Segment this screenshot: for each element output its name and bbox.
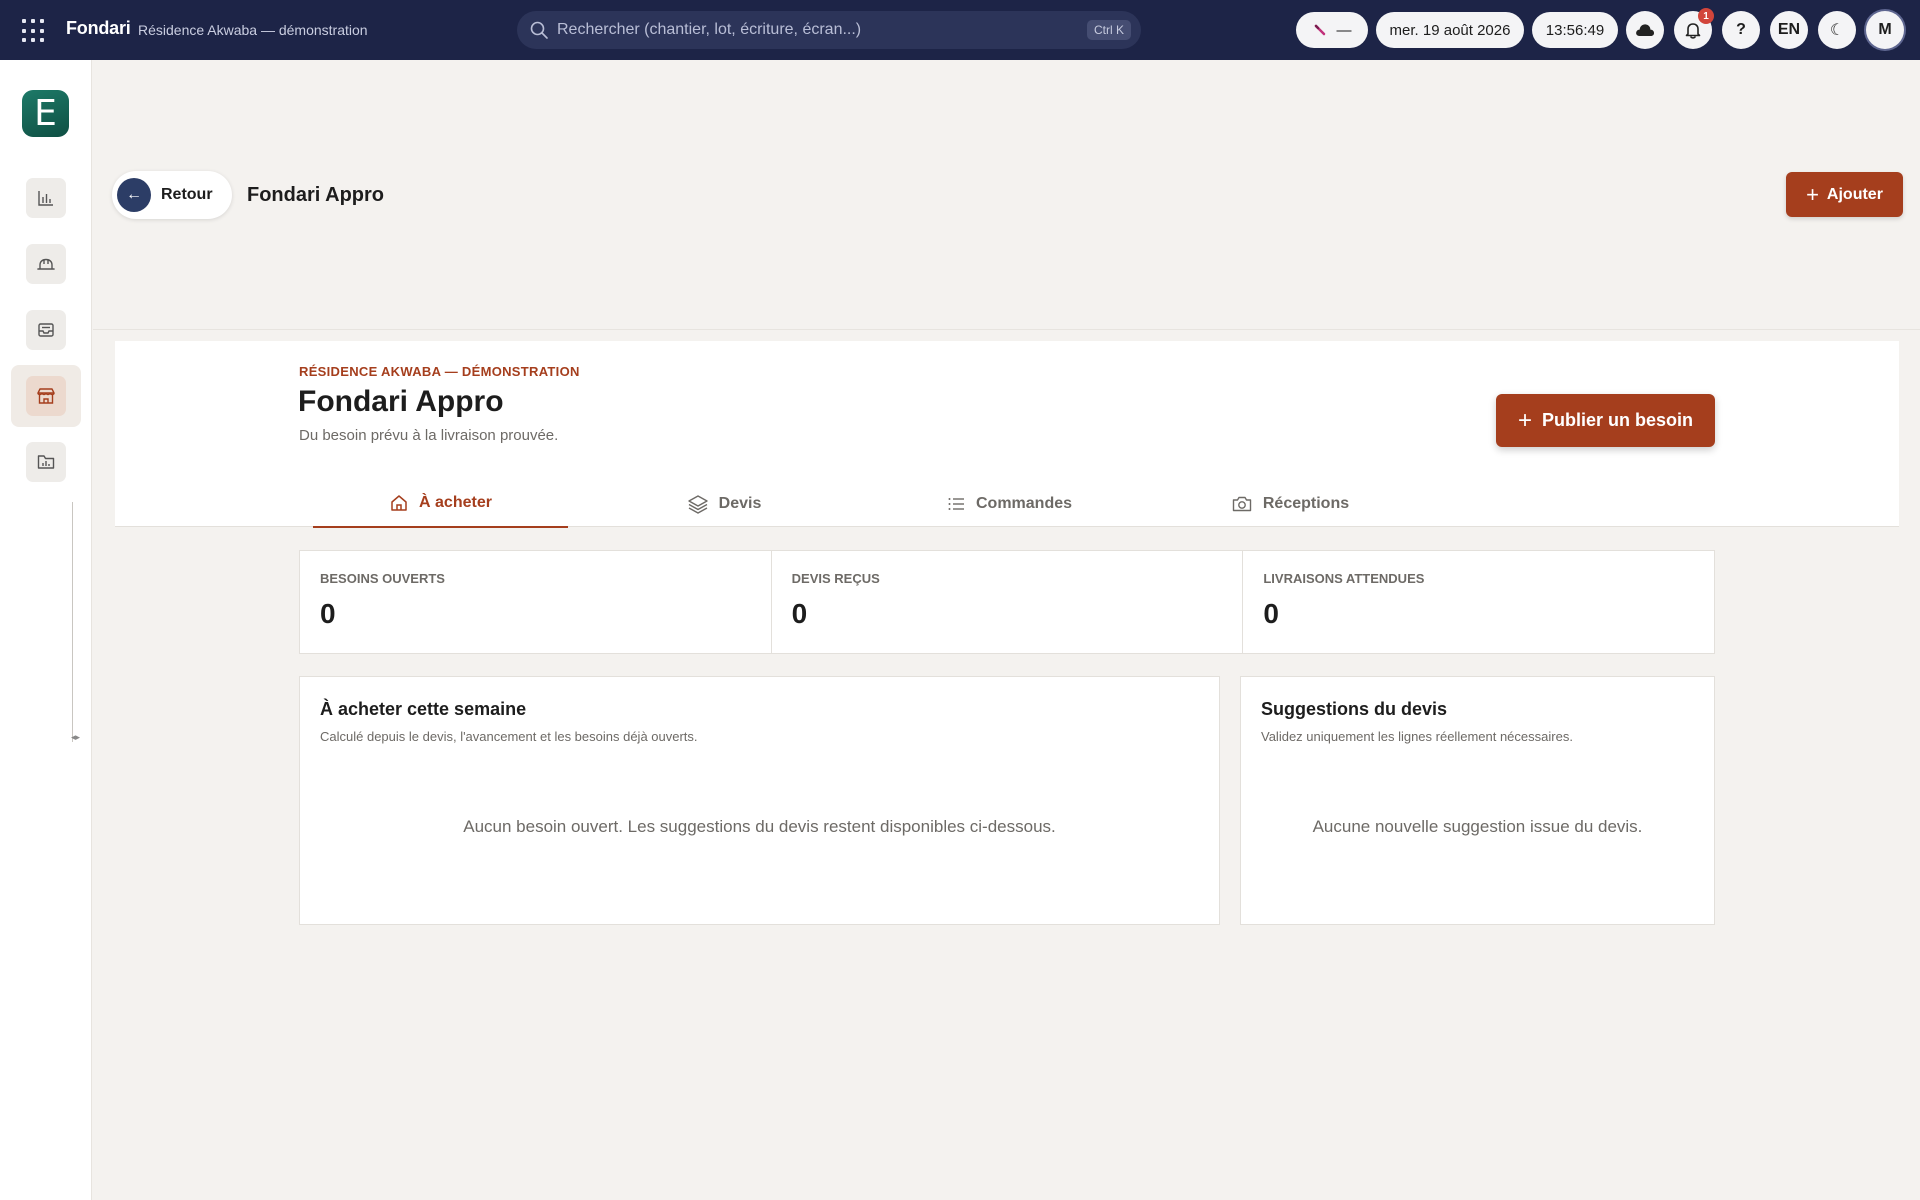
- app-logo[interactable]: E: [22, 90, 69, 137]
- stat-value: 0: [791, 598, 808, 629]
- language-button[interactable]: EN: [1770, 11, 1808, 49]
- tab-devis[interactable]: Devis: [610, 480, 838, 528]
- sidebar-item-reports[interactable]: [26, 442, 66, 482]
- tab-commandes[interactable]: Commandes: [895, 480, 1123, 528]
- module-title: Fondari Appro: [298, 385, 504, 418]
- cloud-sync-button[interactable]: [1626, 11, 1664, 49]
- bell-icon: [1685, 23, 1701, 39]
- add-button[interactable]: + Ajouter: [1786, 172, 1903, 217]
- arrow-left-icon: ←: [117, 178, 151, 212]
- buy-this-week-card: À acheter cette semaine Calculé depuis l…: [299, 676, 1220, 925]
- camera-icon: [1232, 496, 1252, 512]
- folder-chart-icon: [37, 455, 55, 469]
- inbox-icon: [38, 323, 54, 337]
- app-grid-icon[interactable]: [22, 19, 46, 43]
- project-eyebrow: RÉSIDENCE AKWABA — DÉMONSTRATION: [299, 364, 580, 379]
- search-bar[interactable]: Rechercher (chantier, lot, écriture, écr…: [517, 11, 1141, 49]
- sidebar: E ◂▸: [0, 60, 92, 1200]
- stat-devis-recus: DEVIS REÇUS 0: [772, 551, 1244, 653]
- status-pill-text: —: [1336, 21, 1352, 39]
- top-bar: Fondari Résidence Akwaba — démonstration…: [0, 0, 1920, 60]
- back-label: Retour: [161, 186, 213, 203]
- status-pill[interactable]: —: [1296, 12, 1368, 48]
- stat-label: LIVRAISONS ATTENDUES: [1263, 571, 1425, 586]
- tab-label: Devis: [718, 495, 762, 512]
- pen-icon: [1314, 24, 1325, 36]
- publish-need-button[interactable]: + Publier un besoin: [1496, 394, 1715, 447]
- stat-label: BESOINS OUVERTS: [320, 571, 445, 586]
- stat-besoins-ouverts: BESOINS OUVERTS 0: [300, 551, 772, 653]
- search-shortcut: Ctrl K: [1087, 20, 1131, 40]
- search-input[interactable]: Rechercher (chantier, lot, écriture, écr…: [557, 21, 1087, 39]
- sidebar-item-inbox[interactable]: [26, 310, 66, 350]
- notification-badge: 1: [1698, 8, 1714, 24]
- tab-receptions[interactable]: Réceptions: [1176, 480, 1404, 528]
- stat-value: 0: [1263, 598, 1279, 629]
- date-display: mer. 19 août 2026: [1376, 12, 1524, 48]
- stat-livraisons-attendues: LIVRAISONS ATTENDUES 0: [1243, 551, 1714, 653]
- bar-chart-icon: [38, 191, 53, 206]
- brand-name: Fondari: [66, 18, 131, 38]
- empty-state-message: Aucun besoin ouvert. Les suggestions du …: [463, 817, 1056, 836]
- cloud-icon: [1636, 24, 1655, 36]
- sidebar-collapse-handle-icon[interactable]: ◂▸: [71, 732, 80, 743]
- plus-icon: +: [1517, 406, 1532, 434]
- tab-label: À acheter: [419, 494, 492, 511]
- sidebar-divider: [72, 502, 73, 742]
- plus-icon: +: [1806, 181, 1819, 207]
- search-icon: [530, 21, 548, 39]
- theme-toggle-moon-icon[interactable]: ☾: [1818, 11, 1856, 49]
- card-subtitle: Calculé depuis le devis, l'avancement et…: [320, 729, 698, 744]
- back-button[interactable]: ← Retour: [112, 171, 232, 219]
- header-divider: [93, 329, 1920, 330]
- home-icon: [391, 495, 407, 511]
- avatar[interactable]: M: [1866, 11, 1904, 49]
- publish-need-label: Publier un besoin: [1542, 410, 1694, 430]
- card-title: Suggestions du devis: [1261, 699, 1448, 719]
- layers-icon: [687, 495, 708, 514]
- empty-state-message: Aucune nouvelle suggestion issue du devi…: [1312, 817, 1643, 836]
- help-button[interactable]: ?: [1722, 11, 1760, 49]
- tab-label: Commandes: [975, 495, 1073, 512]
- clock-display: 13:56:49: [1532, 12, 1618, 48]
- sidebar-item-dashboard[interactable]: [26, 178, 66, 218]
- notifications-button[interactable]: 1: [1674, 8, 1714, 49]
- list-icon: [948, 498, 964, 510]
- hard-hat-icon: [37, 258, 55, 270]
- card-subtitle: Validez uniquement les lignes réellement…: [1261, 729, 1573, 744]
- tab-label: Réceptions: [1262, 495, 1350, 512]
- add-button-label: Ajouter: [1826, 185, 1883, 203]
- stat-value: 0: [320, 598, 336, 629]
- tab-a-acheter[interactable]: À acheter: [313, 480, 568, 528]
- stat-label: DEVIS REÇUS: [791, 571, 880, 586]
- card-title: À acheter cette semaine: [320, 699, 527, 719]
- quote-suggestions-card: Suggestions du devis Validez uniquement …: [1240, 676, 1715, 925]
- project-context: Résidence Akwaba — démonstration: [138, 22, 368, 38]
- page-title: Fondari Appro: [247, 184, 385, 206]
- store-icon: [37, 388, 55, 404]
- sidebar-item-chantiers[interactable]: [26, 244, 66, 284]
- sidebar-item-appro[interactable]: [26, 376, 66, 416]
- stats-row: BESOINS OUVERTS 0 DEVIS REÇUS 0 LIVRAISO…: [299, 550, 1715, 654]
- module-subtitle: Du besoin prévu à la livraison prouvée.: [299, 427, 559, 444]
